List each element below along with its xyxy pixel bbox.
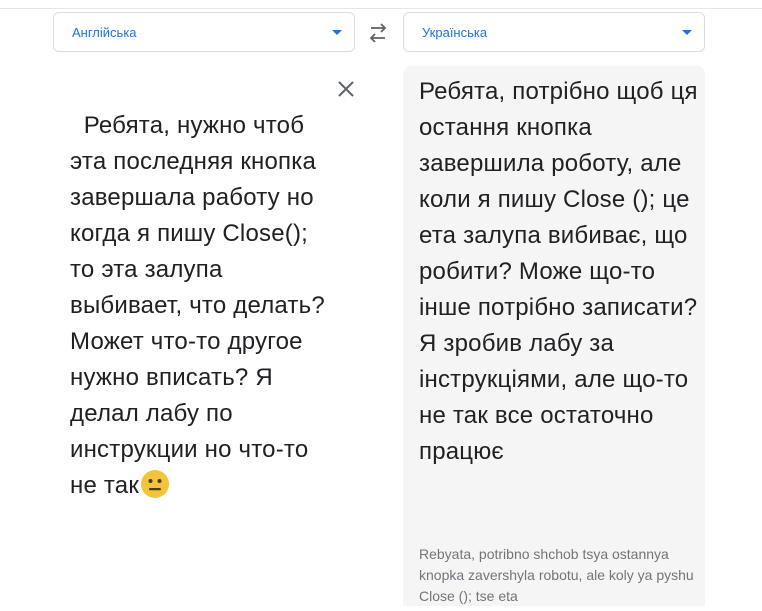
chevron-down-icon: [682, 29, 692, 35]
top-divider: [0, 8, 762, 9]
target-language-label: Українська: [422, 24, 488, 40]
bottom-edge: [36, 606, 726, 611]
translation-panel: Ребята, потрібно щоб ця остання кнопка з…: [403, 66, 705, 611]
target-language-select[interactable]: Українська: [403, 12, 705, 52]
source-text: Ребята, нужно чтоб эта последняя кнопка …: [70, 112, 332, 499]
translated-text: Ребята, потрібно щоб ця остання кнопка з…: [419, 78, 698, 465]
clear-icon[interactable]: [336, 79, 356, 99]
transliteration-text: Rebyata, potribno shchob tsya ostannya k…: [419, 546, 694, 604]
source-language-select[interactable]: Англійська: [53, 12, 355, 52]
source-text-input[interactable]: Ребята, нужно чтоб эта последняя кнопка …: [70, 72, 330, 504]
neutral-face-emoji: [141, 470, 170, 498]
chevron-down-icon: [332, 29, 342, 35]
swap-languages-icon[interactable]: [366, 22, 390, 44]
source-language-label: Англійська: [72, 24, 137, 40]
